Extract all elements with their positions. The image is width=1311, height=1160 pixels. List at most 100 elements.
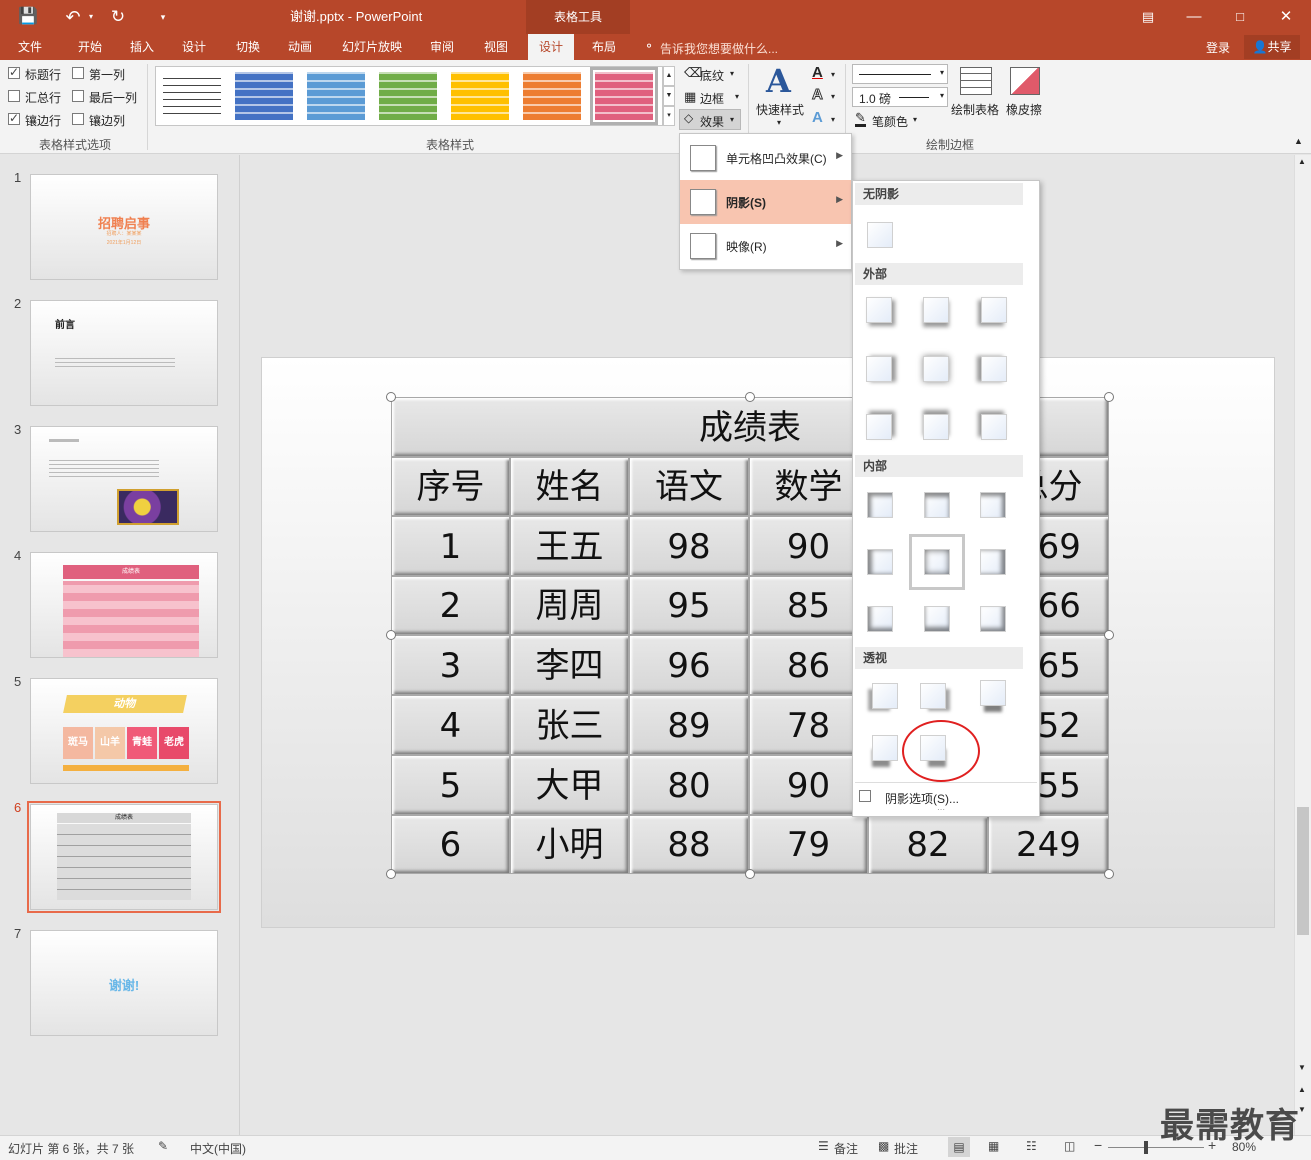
shading-button[interactable]: 底纹 xyxy=(700,67,724,84)
inner-shadow-swatch[interactable] xyxy=(867,549,893,575)
header-row-checkbox[interactable] xyxy=(8,65,20,79)
perspective-shadow-swatch[interactable] xyxy=(980,680,1006,706)
slide-thumbnail-1[interactable]: 招聘启事 招聘人：某某某 2021年1月12日 xyxy=(30,174,218,280)
tab-file[interactable]: 文件 xyxy=(10,34,50,60)
inner-shadow-swatch[interactable] xyxy=(867,492,893,518)
zoom-slider-thumb[interactable] xyxy=(1144,1141,1148,1154)
shadow-options-checkbox[interactable] xyxy=(859,790,871,802)
table-style-thumb[interactable] xyxy=(590,67,658,125)
collapse-ribbon-icon[interactable]: ▲ xyxy=(1294,136,1303,146)
table-header-cell[interactable]: 序号 xyxy=(391,457,510,516)
gallery-scroll-up-icon[interactable]: ▲ xyxy=(663,66,675,86)
table-style-thumb[interactable] xyxy=(523,72,581,120)
table-cell[interactable]: 张三 xyxy=(510,695,629,755)
pen-style-dropdown[interactable]: ▾ xyxy=(852,64,948,84)
resize-handle[interactable] xyxy=(386,630,396,640)
gallery-scroll-down-icon[interactable]: ▼ xyxy=(663,86,675,106)
language-indicator[interactable]: 中文(中国) xyxy=(190,1140,246,1157)
slide-thumbnail-5[interactable]: 动物 斑马 山羊 青蛙 老虎 xyxy=(30,678,218,784)
outer-shadow-swatch[interactable] xyxy=(923,297,949,323)
banded-rows-checkbox[interactable] xyxy=(8,111,20,125)
shadow-item[interactable]: 阴影(S) ▶ xyxy=(680,180,851,224)
reading-view-icon[interactable]: ☷ xyxy=(1026,1139,1037,1153)
outer-shadow-swatch[interactable] xyxy=(981,297,1007,323)
outer-shadow-swatch[interactable] xyxy=(866,297,892,323)
perspective-shadow-swatch[interactable] xyxy=(920,683,946,709)
tab-review[interactable]: 审阅 xyxy=(422,34,462,60)
table-header-cell[interactable]: 姓名 xyxy=(510,457,629,516)
quick-styles-icon[interactable]: A xyxy=(766,62,791,100)
inner-shadow-swatch[interactable] xyxy=(924,606,950,632)
zoom-out-icon[interactable]: − xyxy=(1094,1137,1102,1153)
slide-thumbnail-3[interactable] xyxy=(30,426,218,532)
tab-view[interactable]: 视图 xyxy=(476,34,516,60)
table-cell[interactable]: 李四 xyxy=(510,635,629,695)
pen-weight-dropdown[interactable]: 1.0 磅 ▾ xyxy=(852,87,948,107)
table-style-thumb[interactable] xyxy=(379,72,437,120)
draw-table-icon[interactable] xyxy=(960,67,992,95)
table-cell[interactable]: 3 xyxy=(391,635,510,695)
undo-dropdown-icon[interactable]: ▾ xyxy=(86,0,96,34)
table-cell[interactable]: 80 xyxy=(629,755,749,815)
draw-table-label[interactable]: 绘制表格 xyxy=(951,101,999,118)
eraser-label[interactable]: 橡皮擦 xyxy=(1006,101,1042,118)
comments-button[interactable]: 批注 xyxy=(894,1140,918,1157)
table-cell[interactable]: 周周 xyxy=(510,576,629,635)
resize-handle[interactable] xyxy=(1104,630,1114,640)
tab-insert[interactable]: 插入 xyxy=(122,34,162,60)
tab-home[interactable]: 开始 xyxy=(68,34,112,60)
table-cell[interactable]: 86 xyxy=(749,635,868,695)
table-cell[interactable]: 4 xyxy=(391,695,510,755)
table-cell[interactable]: 98 xyxy=(629,516,749,576)
share-button[interactable]: 👤共享 xyxy=(1244,35,1300,59)
table-style-thumb[interactable] xyxy=(451,72,509,120)
table-cell[interactable]: 6 xyxy=(391,815,510,874)
table-cell[interactable]: 2 xyxy=(391,576,510,635)
zoom-slider[interactable] xyxy=(1108,1147,1204,1148)
tab-table-design[interactable]: 设计 xyxy=(528,34,574,60)
tab-transitions[interactable]: 切换 xyxy=(228,34,268,60)
tab-design[interactable]: 设计 xyxy=(174,34,214,60)
table-cell[interactable]: 90 xyxy=(749,516,868,576)
resize-handle[interactable] xyxy=(745,869,755,879)
save-icon[interactable]: 💾 xyxy=(14,0,42,34)
outer-shadow-swatch[interactable] xyxy=(923,356,949,382)
resize-handle[interactable] xyxy=(386,869,396,879)
tell-me-search[interactable]: 告诉我您想要做什么... xyxy=(660,40,778,57)
minimize-icon[interactable]: — xyxy=(1182,0,1206,34)
resize-grip-icon[interactable]: ⋯ xyxy=(937,805,945,814)
total-row-checkbox[interactable] xyxy=(8,90,20,102)
table-cell[interactable]: 78 xyxy=(749,695,868,755)
table-header-cell[interactable]: 数学 xyxy=(749,457,868,516)
table-cell[interactable]: 5 xyxy=(391,755,510,815)
inner-shadow-swatch[interactable] xyxy=(924,492,950,518)
login-link[interactable]: 登录 xyxy=(1206,39,1230,56)
normal-view-icon[interactable]: ▤ xyxy=(948,1137,970,1157)
resize-handle[interactable] xyxy=(1104,392,1114,402)
table-cell[interactable]: 1 xyxy=(391,516,510,576)
inner-shadow-swatch[interactable] xyxy=(867,606,893,632)
resize-handle[interactable] xyxy=(1104,869,1114,879)
undo-icon[interactable]: ↶ xyxy=(58,0,88,34)
resize-handle[interactable] xyxy=(745,392,755,402)
tab-table-layout[interactable]: 布局 xyxy=(582,34,626,60)
text-fill-icon[interactable]: A xyxy=(812,64,823,81)
first-col-checkbox[interactable] xyxy=(72,67,84,79)
slide-thumbnail-2[interactable]: 前言 xyxy=(30,300,218,406)
tab-animations[interactable]: 动画 xyxy=(280,34,320,60)
outer-shadow-swatch[interactable] xyxy=(923,414,949,440)
table-cell[interactable]: 大甲 xyxy=(510,755,629,815)
spelling-icon[interactable]: ✎ xyxy=(158,1139,168,1153)
eraser-icon[interactable] xyxy=(1010,67,1040,95)
maximize-icon[interactable]: □ xyxy=(1228,0,1252,34)
table-cell[interactable]: 90 xyxy=(749,755,868,815)
table-cell[interactable]: 王五 xyxy=(510,516,629,576)
table-cell[interactable]: 82 xyxy=(868,815,988,874)
slide-thumbnail-7[interactable]: 谢谢! xyxy=(30,930,218,1036)
inner-shadow-swatch[interactable] xyxy=(980,492,1006,518)
table-cell[interactable]: 85 xyxy=(749,576,868,635)
outer-shadow-swatch[interactable] xyxy=(866,414,892,440)
table-cell[interactable]: 79 xyxy=(749,815,868,874)
reflection-item[interactable]: 映像(R) ▶ xyxy=(680,224,851,268)
text-outline-icon[interactable]: A xyxy=(812,86,824,104)
